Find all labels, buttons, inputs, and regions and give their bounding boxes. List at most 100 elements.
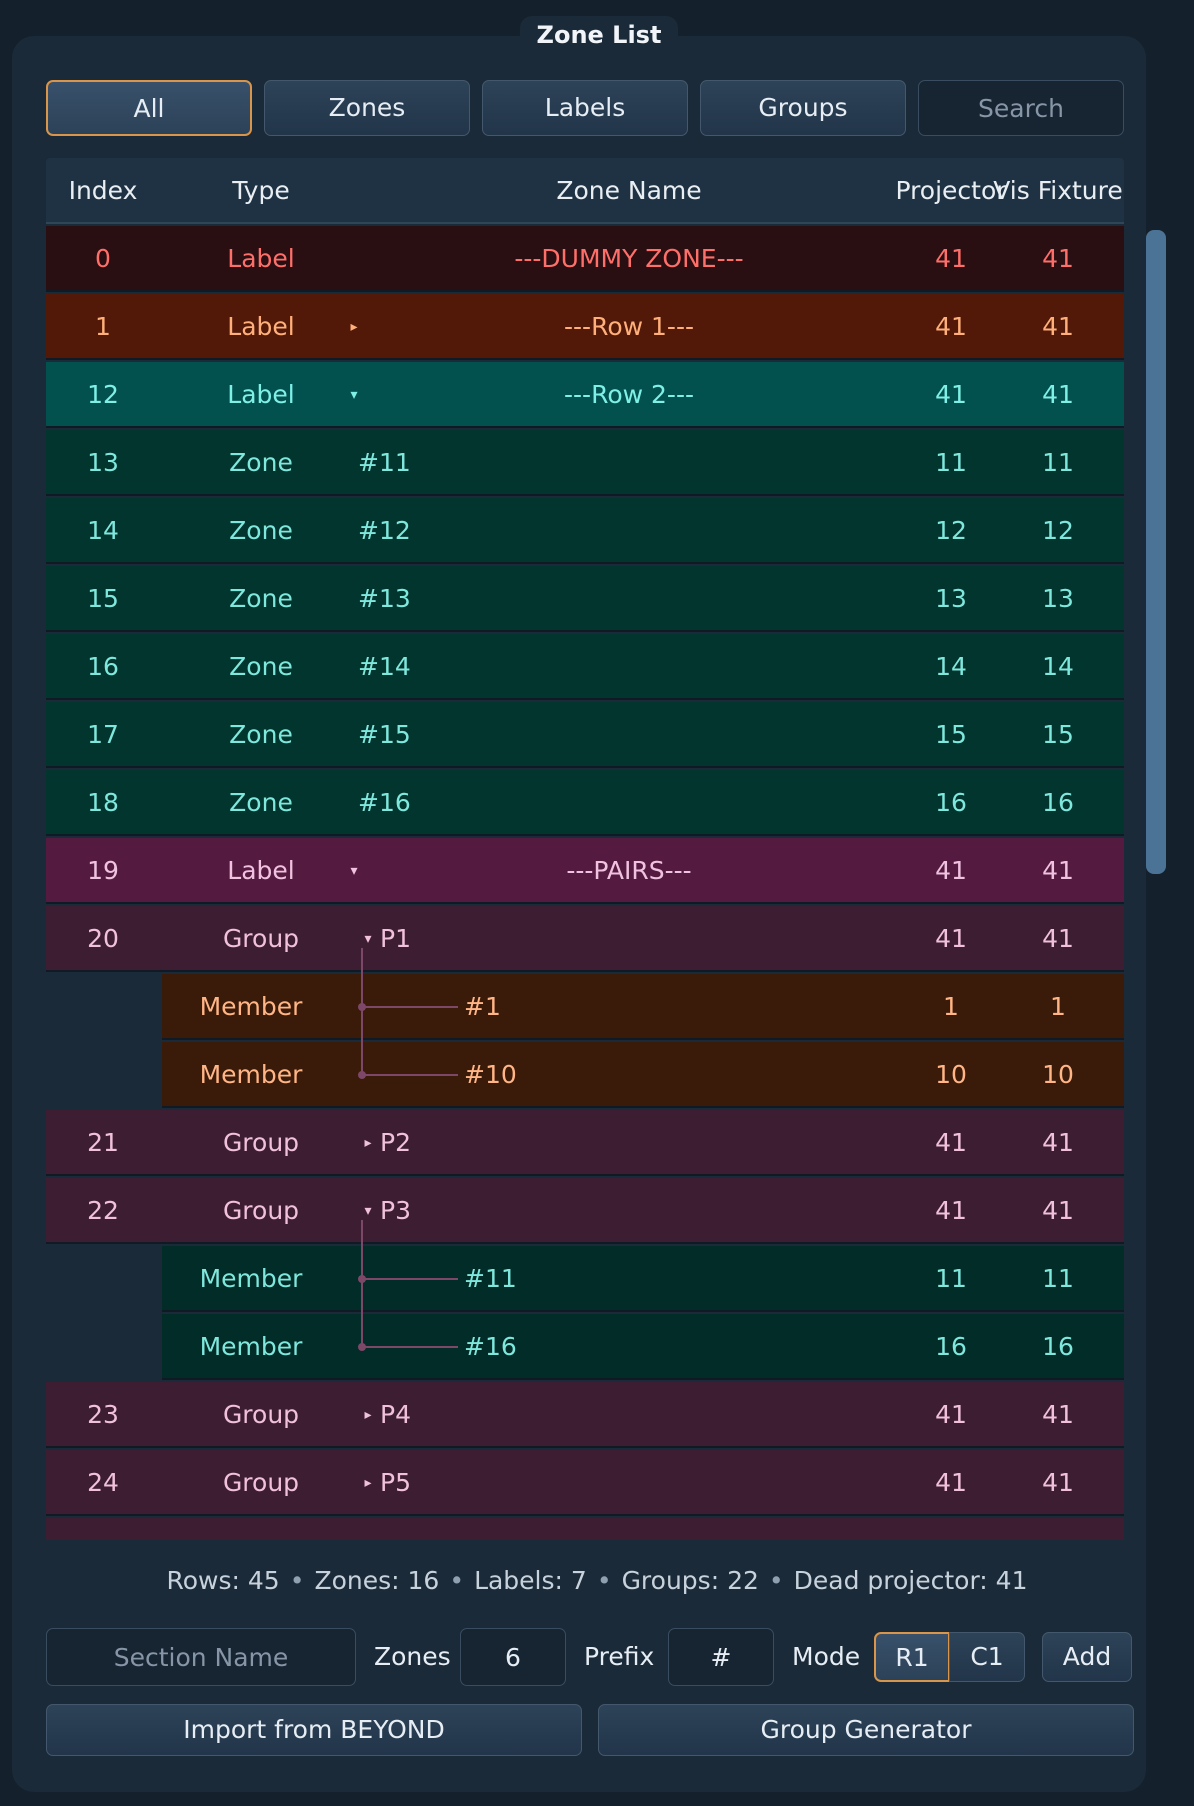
mode-r1-button[interactable]: R1 [874,1632,950,1682]
table-row[interactable]: 1 Label ▸ ---Row 1--- 41 41 [46,294,1124,360]
row-type: Group [222,1468,300,1497]
expand-arrow-icon[interactable]: ▸ [358,1110,378,1176]
table-row[interactable]: 18 Zone #16 16 16 [46,770,1124,836]
row-vis-fixture: 11 [1042,1264,1074,1293]
table-row[interactable]: 0 Label ---DUMMY ZONE--- 41 41 [46,226,1124,292]
row-type: Zone [229,584,293,613]
row-zone-name: #11 [358,448,411,477]
filter-all-button[interactable]: All [46,80,252,136]
status-separator: • [449,1566,465,1595]
row-index: 1 [95,312,111,341]
status-separator: • [768,1566,784,1595]
row-vis-fixture: 15 [1042,720,1074,749]
panel-title: Zone List [520,16,678,56]
row-index: 13 [87,448,119,477]
prefix-label: Prefix [584,1642,655,1671]
row-index: 0 [95,244,111,273]
row-zone-name: P5 [380,1468,411,1497]
row-zone-name: #16 [358,788,411,817]
row-vis-fixture: 1 [1050,992,1066,1021]
section-name-input[interactable] [46,1628,356,1686]
row-zone-name: #1 [464,992,501,1021]
row-zone-name: #12 [358,516,411,545]
tree-connector [361,1220,363,1350]
table-row[interactable]: 16 Zone #14 14 14 [46,634,1124,700]
row-vis-fixture: 41 [1042,312,1074,341]
group-generator-button[interactable]: Group Generator [598,1704,1134,1756]
table-row[interactable]: 15 Zone #13 13 13 [46,566,1124,632]
row-index: 17 [87,720,119,749]
table-scrollbar[interactable] [1146,230,1166,874]
column-header-index[interactable]: Index [46,158,160,224]
row-type: Group [222,1196,300,1225]
status-groups: Groups: 22 [621,1566,759,1595]
table-row[interactable]: 23 Group ▸ P4 41 41 [46,1382,1124,1448]
row-index: 24 [87,1468,119,1497]
row-type: Zone [229,652,293,681]
row-vis-fixture: 11 [1042,448,1074,477]
expand-arrow-icon[interactable]: ▸ [358,1382,378,1448]
row-type: Member [199,1332,303,1361]
table-row[interactable]: 17 Zone #15 15 15 [46,702,1124,768]
row-vis-fixture: 16 [1042,788,1074,817]
row-vis-fixture: 41 [1042,1196,1074,1225]
table-row[interactable]: 14 Zone #12 12 12 [46,498,1124,564]
search-input[interactable] [918,80,1124,136]
add-section-controls: Zones Prefix Mode R1 C1 Add [46,1628,1136,1686]
table-row[interactable]: 13 Zone #11 11 11 [46,430,1124,496]
table-row[interactable]: Member #16 16 16 [162,1314,1124,1380]
row-type: Zone [229,448,293,477]
row-zone-name: #16 [464,1332,517,1361]
row-index: 12 [87,380,119,409]
table-row[interactable]: 24 Group ▸ P5 41 41 [46,1450,1124,1516]
table-row[interactable]: 20 Group ▾ P1 41 41 [46,906,1124,972]
row-type: Member [199,1060,303,1089]
row-index: 18 [87,788,119,817]
status-zones: Zones: 16 [314,1566,440,1595]
table-row[interactable]: Member #11 11 11 [162,1246,1124,1312]
status-bar: Rows: 45 • Zones: 16 • Labels: 7 • Groups: 22 •… [0,1566,1194,1595]
row-zone-name: #14 [358,652,411,681]
row-index: 15 [87,584,119,613]
row-index: 19 [87,856,119,885]
row-zone-name: #10 [464,1060,517,1089]
row-vis-fixture: 13 [1042,584,1074,613]
table-row[interactable]: 22 Group ▾ P3 41 41 [46,1178,1124,1244]
row-zone-name: P4 [380,1400,411,1429]
row-zone-name: P2 [380,1128,411,1157]
row-zone-name: P3 [380,1196,411,1225]
row-type: Member [199,1264,303,1293]
tree-connector [361,948,363,1078]
table-row[interactable]: Member #1 1 1 [162,974,1124,1040]
row-zone-name: #11 [464,1264,517,1293]
filter-zones-button[interactable]: Zones [264,80,470,136]
table-row[interactable]: 12 Label ▾ ---Row 2--- 41 41 [46,362,1124,428]
status-rows: Rows: 45 [166,1566,280,1595]
row-index: 20 [87,924,119,953]
filter-groups-button[interactable]: Groups [700,80,906,136]
filter-labels-button[interactable]: Labels [482,80,688,136]
row-vis-fixture: 41 [1042,924,1074,953]
table-header: Index Type Zone Name Projector Vis Fixtu… [46,158,1124,224]
zones-count-input[interactable] [460,1628,566,1686]
mode-label: Mode [792,1642,861,1671]
row-zone-name: #13 [358,584,411,613]
import-from-beyond-button[interactable]: Import from BEYOND [46,1704,582,1756]
row-vis-fixture: 41 [1042,1128,1074,1157]
table-row[interactable]: 19 Label ▾ ---PAIRS--- 41 41 [46,838,1124,904]
add-button[interactable]: Add [1042,1632,1132,1682]
mode-c1-button[interactable]: C1 [949,1632,1025,1682]
table-row[interactable]: Member #10 10 10 [162,1042,1124,1108]
row-vis-fixture: 16 [1042,1332,1074,1361]
tree-connector [362,1278,458,1280]
table-row[interactable] [46,1518,1124,1540]
column-header-vis-fixture[interactable]: Vis Fixture [992,158,1124,224]
row-zone-name: #15 [358,720,411,749]
row-type: Zone [229,516,293,545]
status-separator: • [596,1566,612,1595]
expand-arrow-icon[interactable]: ▸ [358,1450,378,1516]
prefix-input[interactable] [668,1628,774,1686]
row-vis-fixture: 41 [1042,856,1074,885]
table-row[interactable]: 21 Group ▸ P2 41 41 [46,1110,1124,1176]
row-index: 23 [87,1400,119,1429]
